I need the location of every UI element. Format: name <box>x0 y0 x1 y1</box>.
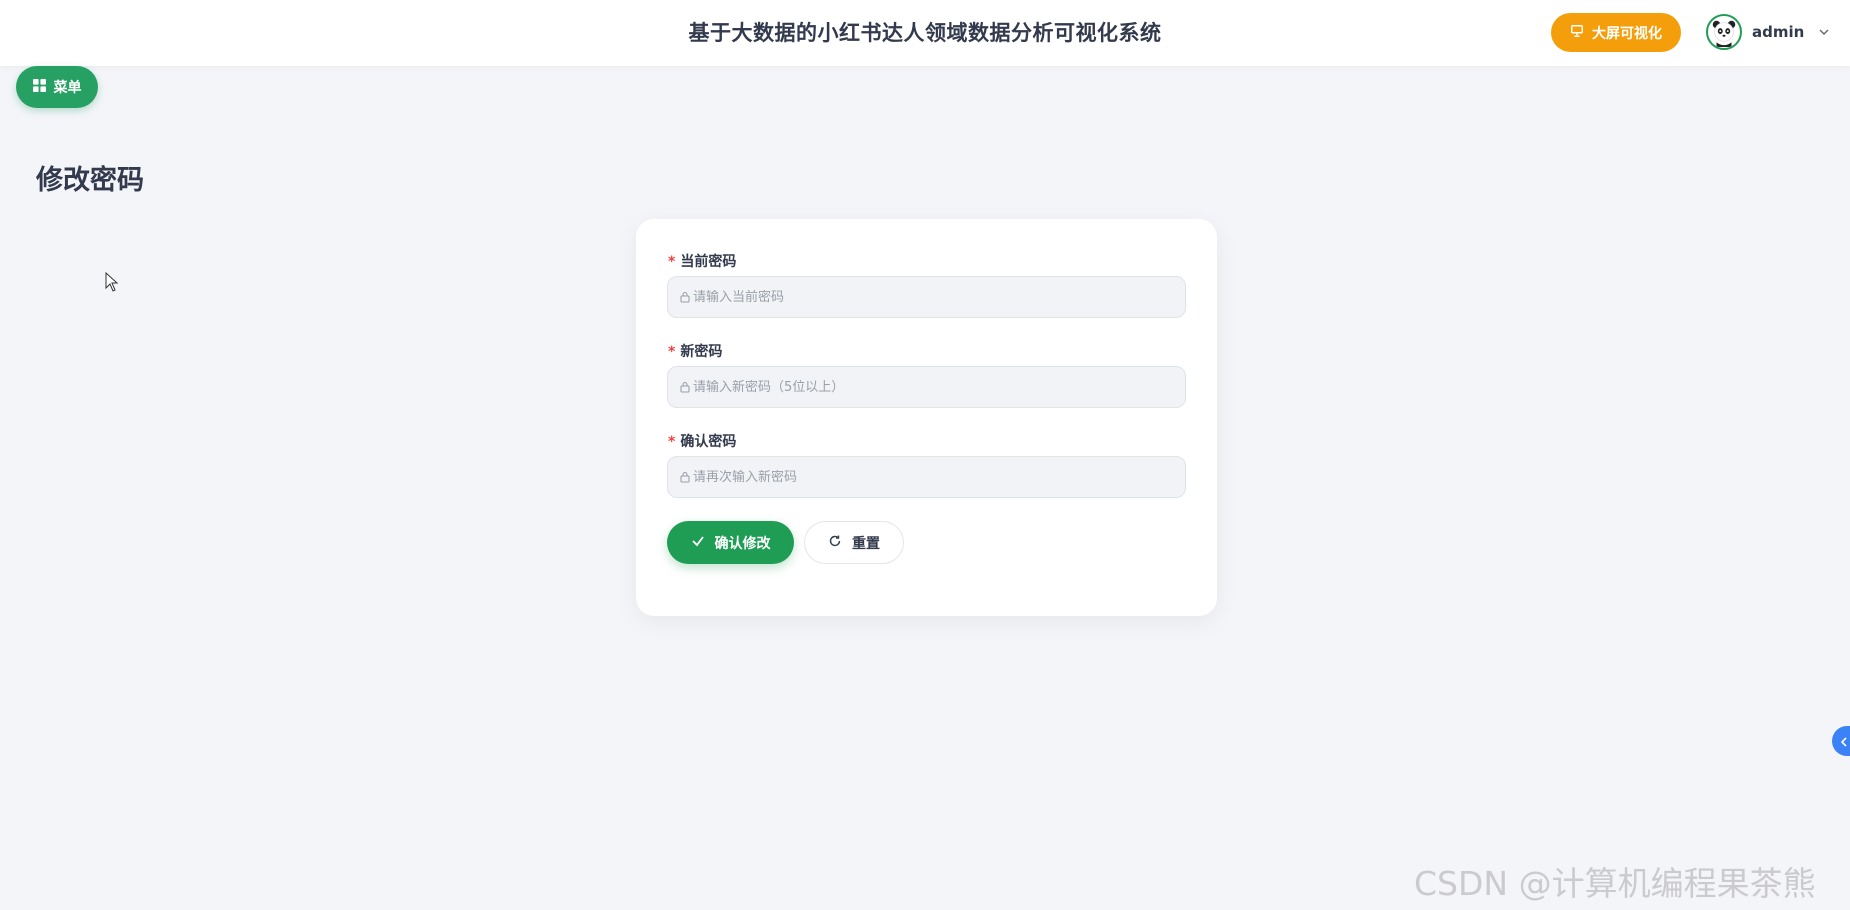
lock-icon <box>679 378 691 397</box>
new-password-input[interactable] <box>693 379 1173 395</box>
username: admin <box>1752 23 1805 41</box>
required-mark: * <box>668 254 676 270</box>
reset-button[interactable]: 重置 <box>804 521 904 564</box>
chevron-down-icon <box>1814 23 1830 42</box>
confirm-password-input[interactable] <box>693 469 1173 485</box>
bigscreen-button[interactable]: 大屏可视化 <box>1551 13 1681 52</box>
confirm-password-field[interactable] <box>667 456 1186 498</box>
mouse-cursor-icon <box>105 272 119 292</box>
panda-avatar-icon <box>1712 20 1736 47</box>
confirm-password-label: * 确认密码 <box>668 434 737 450</box>
refresh-icon <box>828 534 842 552</box>
password-form-card: * 当前密码 * 新密码 * 确认密码 确认修改 重置 <box>636 219 1217 616</box>
confirm-change-button[interactable]: 确认修改 <box>667 521 794 564</box>
bigscreen-label: 大屏可视化 <box>1592 25 1662 42</box>
page-title: 修改密码 <box>36 165 144 196</box>
watermark: CSDN @计算机编程果茶熊 <box>1414 864 1816 903</box>
user-menu[interactable]: admin <box>1706 14 1830 50</box>
menu-label: 菜单 <box>53 80 82 96</box>
lock-icon <box>679 288 691 307</box>
required-mark: * <box>668 434 676 450</box>
current-password-label: * 当前密码 <box>668 254 737 270</box>
current-password-field[interactable] <box>667 276 1186 318</box>
confirm-change-label: 确认修改 <box>714 535 771 552</box>
presentation-icon <box>1570 24 1584 42</box>
new-password-label: * 新密码 <box>668 344 723 360</box>
avatar <box>1706 14 1742 50</box>
grid-icon <box>32 78 46 96</box>
reset-label: 重置 <box>852 535 880 552</box>
check-icon <box>691 534 705 552</box>
chevron-left-icon <box>1839 732 1849 751</box>
required-mark: * <box>668 344 676 360</box>
new-password-field[interactable] <box>667 366 1186 408</box>
menu-button[interactable]: 菜单 <box>16 66 98 108</box>
current-password-input[interactable] <box>693 289 1173 305</box>
lock-icon <box>679 468 691 487</box>
side-panel-toggle[interactable] <box>1832 726 1850 756</box>
